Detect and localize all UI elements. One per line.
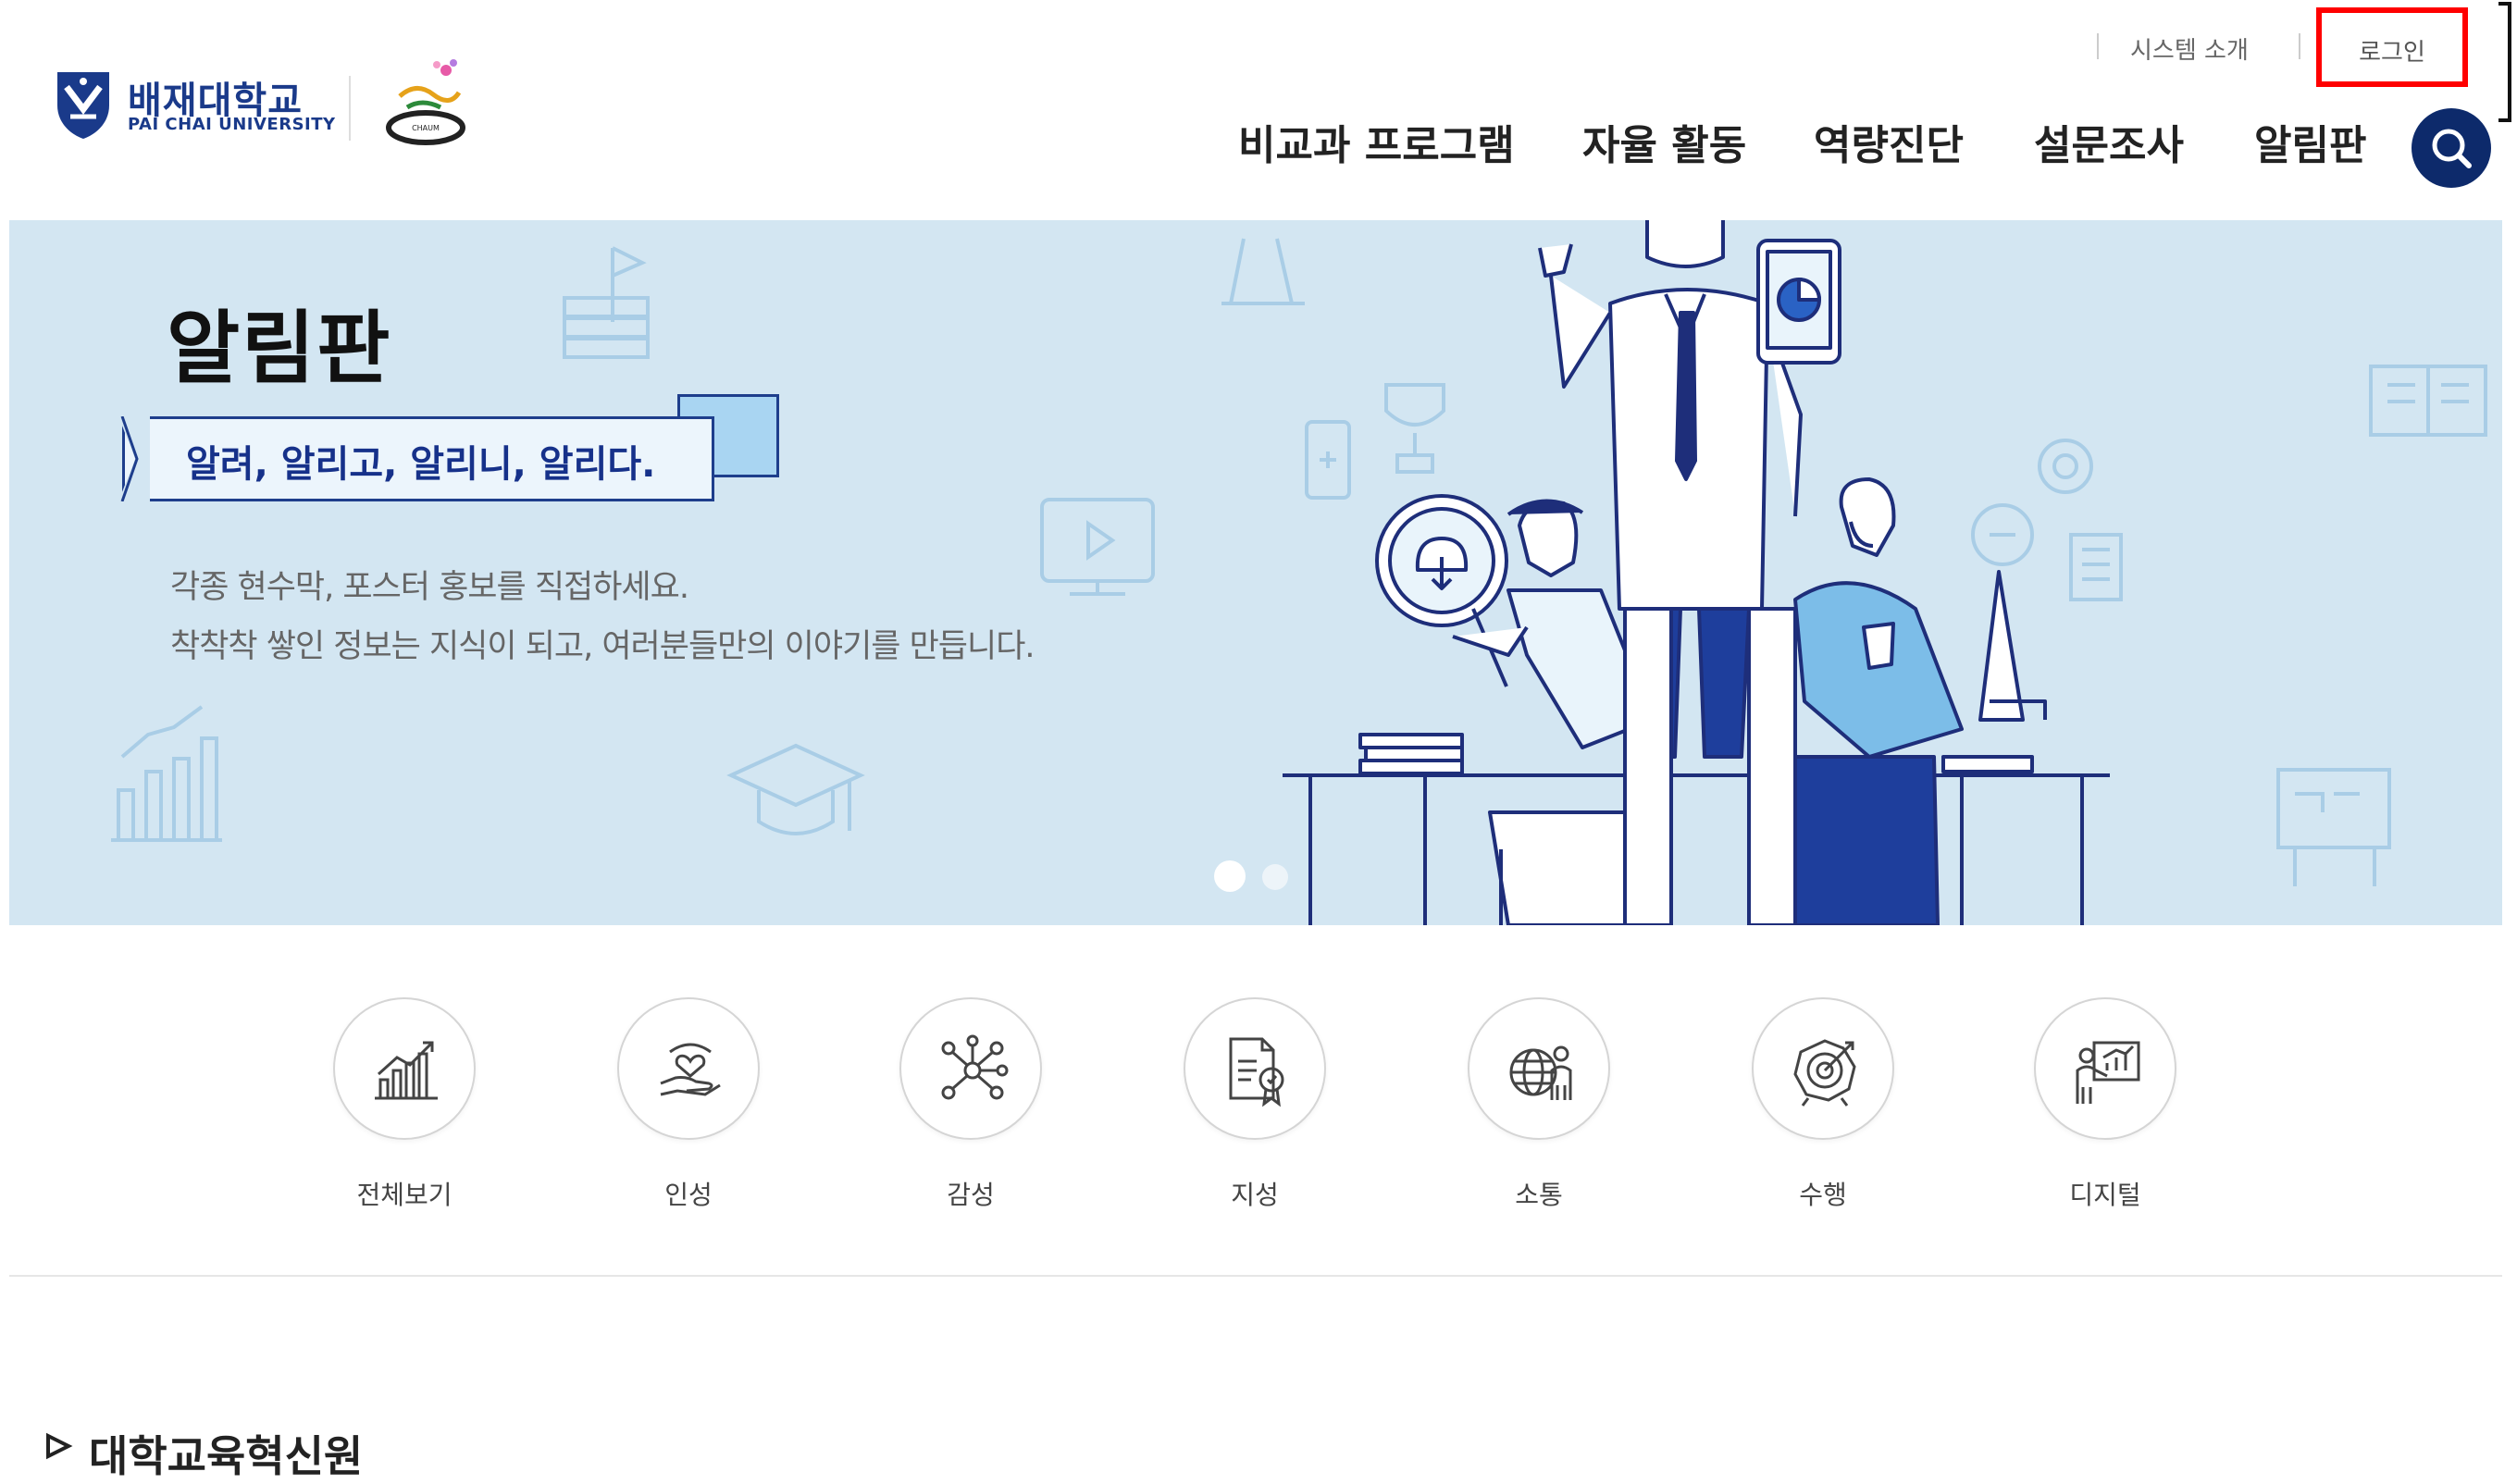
slide-dot-1[interactable] xyxy=(1214,860,1246,892)
paichai-shield-emblem-icon xyxy=(57,72,109,139)
banner-description-line-1: 각종 현수막, 포스터 홍보를 직접하세요. xyxy=(170,569,689,606)
search-icon xyxy=(2432,129,2472,168)
slide-dot-2[interactable] xyxy=(1262,864,1288,890)
section-divider xyxy=(9,1275,2502,1277)
certificate-icon xyxy=(1229,1037,1284,1107)
logo-divider xyxy=(349,76,351,141)
login-label: 로그인 xyxy=(2359,39,2425,67)
category-label: 인성 xyxy=(664,1180,713,1210)
category-label: 감성 xyxy=(947,1180,995,1210)
category-all[interactable]: 전체보기 xyxy=(326,997,483,1229)
site-header: 배재대학교 PAI CHAI UNIVERSITY CHAUM 시스템 소개 로… xyxy=(0,0,2517,220)
category-icon-circle xyxy=(899,997,1042,1140)
category-icon-circle xyxy=(1468,997,1610,1140)
search-button[interactable] xyxy=(2412,108,2491,188)
category-emotion[interactable]: 감성 xyxy=(892,997,1049,1229)
category-icon-circle xyxy=(2034,997,2176,1140)
category-icon-circle xyxy=(1184,997,1326,1140)
banner-ribbon-text: 알려, 알리고, 알리니, 알리다. xyxy=(186,443,656,486)
window-edge-marker xyxy=(2498,2,2511,122)
login-button[interactable]: 로그인 xyxy=(2316,7,2468,87)
banner-ribbon: 알려, 알리고, 알리니, 알리다. xyxy=(122,416,714,501)
hero-banner: 알림판 알려, 알리고, 알리니, 알리다. 각종 현수막, 포스터 홍보를 직… xyxy=(9,220,2502,925)
system-intro-link[interactable]: 시스템 소개 xyxy=(2130,31,2249,66)
category-intellect[interactable]: 지성 xyxy=(1176,997,1333,1229)
hand-heart-icon xyxy=(660,1043,721,1096)
logo-link[interactable]: 배재대학교 PAI CHAI UNIVERSITY xyxy=(46,56,335,148)
utility-divider xyxy=(2097,33,2099,59)
triangle-bullet-icon xyxy=(46,1432,73,1460)
category-label: 디지털 xyxy=(2069,1180,2141,1210)
nav-extracurricular-program[interactable]: 비교과 프로그램 xyxy=(1238,116,1515,177)
category-label: 소통 xyxy=(1515,1180,1563,1210)
target-icon xyxy=(1793,1039,1856,1107)
nav-notice-board[interactable]: 알림판 xyxy=(2254,116,2366,177)
network-icon xyxy=(941,1034,1009,1100)
category-performance[interactable]: 수행 xyxy=(1744,997,1902,1229)
category-icon-circle xyxy=(617,997,760,1140)
banner-title: 알림판 xyxy=(167,303,392,395)
nav-autonomous-activity[interactable]: 자율 활동 xyxy=(1582,116,1746,177)
chaeum-logo-icon: CHAUM xyxy=(386,59,465,145)
category-character[interactable]: 인성 xyxy=(610,997,767,1229)
category-digital[interactable]: 디지털 xyxy=(2027,997,2184,1229)
category-label: 지성 xyxy=(1231,1180,1279,1210)
section-heading: 대학교육혁신원 xyxy=(89,1431,364,1481)
utility-divider xyxy=(2299,33,2300,59)
category-label: 전체보기 xyxy=(356,1180,453,1210)
ribbon-notch xyxy=(118,416,150,501)
banner-description-line-2: 착착착 쌓인 정보는 지식이 되고, 여러분들만의 이야기를 만듭니다. xyxy=(170,628,1035,665)
logo-name-en: PAI CHAI UNIVERSITY xyxy=(128,115,336,134)
nav-competency-diagnosis[interactable]: 역량진단 xyxy=(1814,116,1964,177)
globe-person-icon xyxy=(1509,1045,1572,1100)
category-communication[interactable]: 소통 xyxy=(1460,997,1618,1229)
nav-survey[interactable]: 설문조사 xyxy=(2034,116,2184,177)
growth-chart-icon xyxy=(375,1041,438,1100)
svg-text:CHAUM: CHAUM xyxy=(412,124,440,132)
category-label: 수행 xyxy=(1799,1180,1847,1210)
category-icon-circle xyxy=(333,997,476,1140)
digital-board-icon xyxy=(2076,1041,2140,1104)
category-icon-circle xyxy=(1752,997,1894,1140)
